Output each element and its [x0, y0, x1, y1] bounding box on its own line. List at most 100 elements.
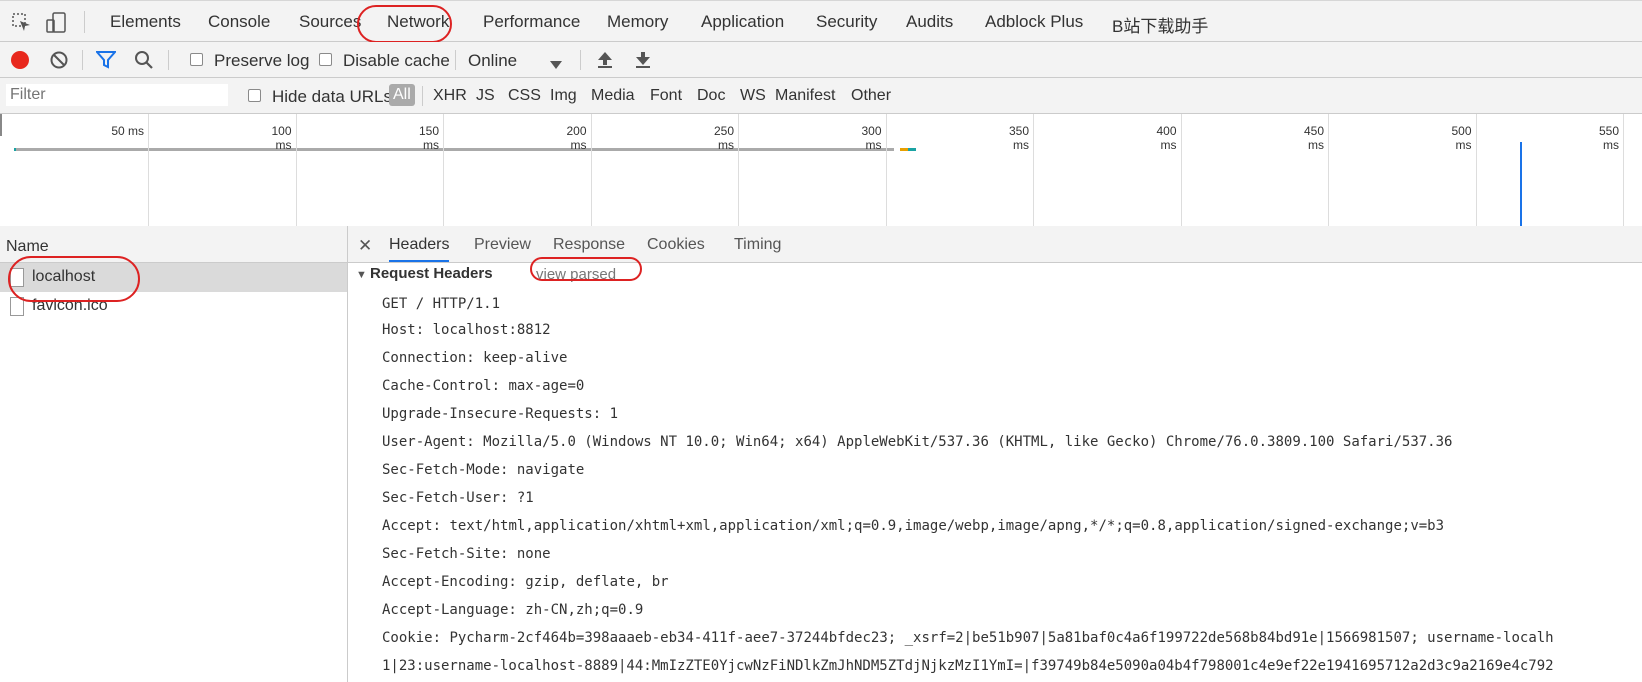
export-har-icon[interactable] — [634, 51, 652, 74]
timeline-gridline — [885, 114, 887, 226]
filter-type-manifest[interactable]: Manifest — [775, 87, 835, 105]
tab-console[interactable]: Console — [208, 12, 270, 32]
header-row: Accept-Encoding: gzip, deflate, br — [382, 574, 669, 590]
detail-tab-response[interactable]: Response — [553, 236, 625, 254]
timeline-tick-label: 200 ms — [566, 124, 587, 152]
header-row: User-Agent: Mozilla/5.0 (Windows NT 10.0… — [382, 434, 1452, 450]
preserve-log-checkbox[interactable] — [190, 53, 203, 66]
tab-sources[interactable]: Sources — [299, 12, 361, 32]
timeline-gridline — [148, 114, 149, 226]
detail-tab-cookies[interactable]: Cookies — [647, 236, 705, 254]
timeline-gridline — [443, 114, 444, 226]
collapse-triangle-icon[interactable]: ▼ — [356, 269, 367, 281]
timeline-gridline — [1033, 114, 1034, 226]
filter-type-doc[interactable]: Doc — [697, 87, 725, 105]
request-line: GET / HTTP/1.1 — [382, 296, 501, 312]
timeline-tick-label: 450 ms — [1303, 124, 1324, 152]
import-har-icon[interactable] — [596, 51, 614, 74]
section-title[interactable]: Request Headers — [370, 265, 493, 282]
timeline-tick-label: 100 ms — [271, 124, 292, 152]
header-key: Accept-Encoding: — [382, 574, 517, 590]
timeline-gridline — [590, 114, 592, 226]
timeline-tick-label: 250 ms — [713, 124, 734, 152]
header-row: Accept: text/html,application/xhtml+xml,… — [382, 518, 1444, 534]
search-icon[interactable] — [134, 50, 154, 75]
filter-type-css[interactable]: CSS — [508, 87, 541, 105]
cookie-continuation: 1|23:username-localhost-8889|44:MmIzZTE0… — [382, 658, 1554, 674]
filter-type-img[interactable]: Img — [550, 87, 577, 105]
view-parsed-highlight — [530, 257, 642, 281]
tab-extension[interactable]: B站下载助手 — [1112, 12, 1208, 37]
filter-type-js[interactable]: JS — [476, 87, 495, 105]
header-key: Cookie: — [382, 630, 442, 646]
disable-cache-checkbox[interactable] — [319, 53, 332, 66]
preserve-log-label: Preserve log — [214, 51, 310, 70]
header-key: Connection: — [382, 350, 475, 366]
hide-data-urls-checkbox[interactable] — [248, 89, 261, 102]
tab-memory[interactable]: Memory — [607, 12, 668, 32]
filter-type-font[interactable]: Font — [650, 87, 682, 105]
header-value: max-age=0 — [508, 378, 585, 394]
timeline-gridline — [1623, 114, 1624, 226]
timeline-gridline — [295, 114, 297, 226]
timeline-tick-label: 300 ms — [861, 124, 882, 152]
tab-adblock-plus[interactable]: Adblock Plus — [985, 12, 1083, 32]
header-value: ?1 — [516, 490, 534, 506]
header-value: zh-CN,zh;q=0.9 — [525, 602, 644, 618]
header-key: Sec-Fetch-Site: — [382, 546, 509, 562]
disable-cache-label: Disable cache — [343, 51, 450, 70]
timeline-tick-label: 50 ms — [111, 124, 144, 138]
header-value: navigate — [516, 462, 585, 478]
timeline-tick-label: 500 ms — [1451, 124, 1472, 152]
filter-bar: Hide data URLs All XHR JS CSS Img Media Font Do… — [0, 78, 1642, 114]
header-row: Cookie: Pycharm-2cf464b=398aaaeb-eb34-41… — [382, 630, 1554, 646]
timeline-gridline — [1180, 114, 1182, 226]
timeline-tick-label: 350 ms — [1008, 124, 1029, 152]
devtools-tab-bar: Elements Console Sources Network Performance… — [0, 0, 1642, 43]
header-key: Accept-Language: — [382, 602, 517, 618]
tab-performance[interactable]: Performance — [483, 12, 580, 32]
timeline-tick-label: 550 ms — [1598, 124, 1619, 152]
header-value: keep-alive — [483, 350, 568, 366]
tab-elements[interactable]: Elements — [110, 12, 181, 32]
timeline-gridline — [1328, 114, 1329, 226]
chevron-down-icon[interactable] — [550, 56, 562, 74]
header-key: Accept: — [382, 518, 442, 534]
network-toolbar: Preserve log Disable cache Online — [0, 42, 1642, 78]
header-row: Sec-Fetch-Site: none — [382, 546, 551, 562]
header-value: Mozilla/5.0 (Windows NT 10.0; Win64; x64… — [483, 434, 1453, 450]
clear-icon[interactable] — [49, 50, 69, 75]
localhost-highlight — [8, 256, 140, 302]
throttling-select[interactable]: Online — [468, 51, 517, 71]
network-tab-highlight — [357, 5, 452, 43]
header-key: Upgrade-Insecure-Requests: — [382, 406, 602, 422]
close-icon[interactable]: ✕ — [358, 236, 372, 256]
tab-audits[interactable]: Audits — [906, 12, 953, 32]
header-key: Host: — [382, 322, 425, 338]
header-row: Connection: keep-alive — [382, 350, 567, 366]
header-value: Pycharm-2cf464b=398aaaeb-eb34-411f-aee7-… — [449, 630, 1554, 646]
header-row: Accept-Language: zh-CN,zh;q=0.9 — [382, 602, 643, 618]
timeline-gridline — [1475, 114, 1477, 226]
inspect-element-icon[interactable] — [12, 13, 32, 38]
filter-type-xhr[interactable]: XHR — [433, 87, 467, 105]
filter-type-other[interactable]: Other — [851, 87, 891, 105]
filter-type-ws[interactable]: WS — [740, 87, 766, 105]
timeline-gridline — [738, 114, 739, 226]
tab-application[interactable]: Application — [701, 12, 784, 32]
header-row: Sec-Fetch-User: ?1 — [382, 490, 534, 506]
device-toolbar-icon[interactable] — [46, 12, 68, 39]
filter-type-all[interactable]: All — [389, 84, 415, 106]
filter-type-media[interactable]: Media — [591, 87, 635, 105]
header-row: Host: localhost:8812 — [382, 322, 551, 338]
header-value: text/html,application/xhtml+xml,applicat… — [449, 518, 1445, 534]
detail-tab-preview[interactable]: Preview — [474, 236, 531, 254]
header-row: Upgrade-Insecure-Requests: 1 — [382, 406, 618, 422]
tab-security[interactable]: Security — [816, 12, 877, 32]
detail-tab-headers[interactable]: Headers — [389, 236, 450, 262]
filter-icon[interactable] — [94, 51, 118, 74]
record-button[interactable] — [11, 51, 29, 69]
detail-tab-timing[interactable]: Timing — [734, 236, 781, 254]
header-key: Sec-Fetch-User: — [382, 490, 509, 506]
filter-input[interactable] — [6, 84, 228, 106]
